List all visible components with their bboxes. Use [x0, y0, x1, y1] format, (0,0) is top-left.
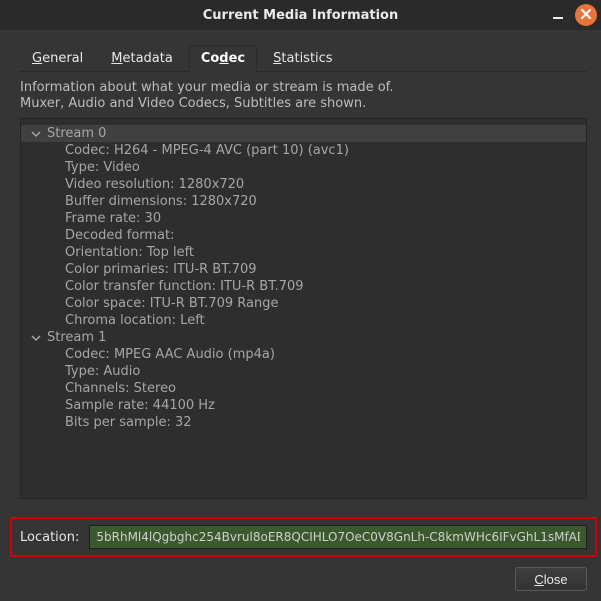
codec-field[interactable]: Chroma location: Left	[65, 312, 586, 329]
media-info-window: Current Media Information General Metada…	[0, 0, 601, 601]
tab-general[interactable]: General	[20, 45, 95, 72]
location-input[interactable]	[89, 525, 587, 549]
codec-field[interactable]: Color primaries: ITU-R BT.709	[65, 261, 586, 278]
codec-field[interactable]: Sample rate: 44100 Hz	[65, 397, 586, 414]
codec-field[interactable]: Video resolution: 1280x720	[65, 176, 586, 193]
codec-field[interactable]: Decoded format:	[65, 227, 586, 244]
codec-tree[interactable]: Stream 0Codec: H264 - MPEG-4 AVC (part 1…	[20, 118, 587, 499]
stream-header[interactable]: Stream 1	[21, 329, 586, 346]
codec-field[interactable]: Type: Video	[65, 159, 586, 176]
description-line1: Information about what your media or str…	[20, 80, 587, 96]
minimize-button[interactable]	[547, 4, 569, 26]
stream-name: Stream 0	[47, 125, 106, 142]
codec-field[interactable]: Color space: ITU-R BT.709 Range	[65, 295, 586, 312]
chevron-down-icon	[31, 129, 41, 139]
titlebar-buttons	[547, 4, 597, 26]
codec-field[interactable]: Channels: Stereo	[65, 380, 586, 397]
stream-name: Stream 1	[47, 329, 106, 346]
description-line2: Muxer, Audio and Video Codecs, Subtitles…	[20, 96, 587, 112]
location-row: Location:	[10, 517, 597, 557]
minimize-icon	[551, 7, 565, 23]
location-label: Location:	[20, 530, 79, 545]
codec-field[interactable]: Codec: MPEG AAC Audio (mp4a)	[65, 346, 586, 363]
codec-field[interactable]: Frame rate: 30	[65, 210, 586, 227]
codec-field[interactable]: Bits per sample: 32	[65, 414, 586, 431]
button-row: Close	[20, 563, 587, 591]
window-title: Current Media Information	[0, 8, 601, 23]
stream-header[interactable]: Stream 0	[21, 125, 586, 142]
inner: General Metadata Codec Statistics Inform…	[6, 30, 601, 601]
codec-field[interactable]: Color transfer function: ITU-R BT.709	[65, 278, 586, 295]
close-icon	[580, 8, 592, 22]
close-button[interactable]: Close	[515, 567, 587, 591]
codec-field[interactable]: Buffer dimensions: 1280x720	[65, 193, 586, 210]
chevron-down-icon	[31, 333, 41, 343]
tab-bar: General Metadata Codec Statistics	[20, 44, 587, 71]
body: General Metadata Codec Statistics Inform…	[0, 30, 601, 601]
titlebar: Current Media Information	[0, 0, 601, 30]
description: Information about what your media or str…	[20, 80, 587, 112]
stream-fields: Codec: H264 - MPEG-4 AVC (part 10) (avc1…	[21, 142, 586, 329]
tab-statistics[interactable]: Statistics	[261, 45, 344, 72]
codec-panel: Information about what your media or str…	[20, 71, 587, 591]
codec-field[interactable]: Codec: H264 - MPEG-4 AVC (part 10) (avc1…	[65, 142, 586, 159]
stream-fields: Codec: MPEG AAC Audio (mp4a)Type: AudioC…	[21, 346, 586, 431]
codec-field[interactable]: Orientation: Top left	[65, 244, 586, 261]
tab-codec[interactable]: Codec	[189, 45, 257, 72]
tab-metadata[interactable]: Metadata	[99, 45, 185, 72]
close-window-button[interactable]	[575, 4, 597, 26]
codec-field[interactable]: Type: Audio	[65, 363, 586, 380]
